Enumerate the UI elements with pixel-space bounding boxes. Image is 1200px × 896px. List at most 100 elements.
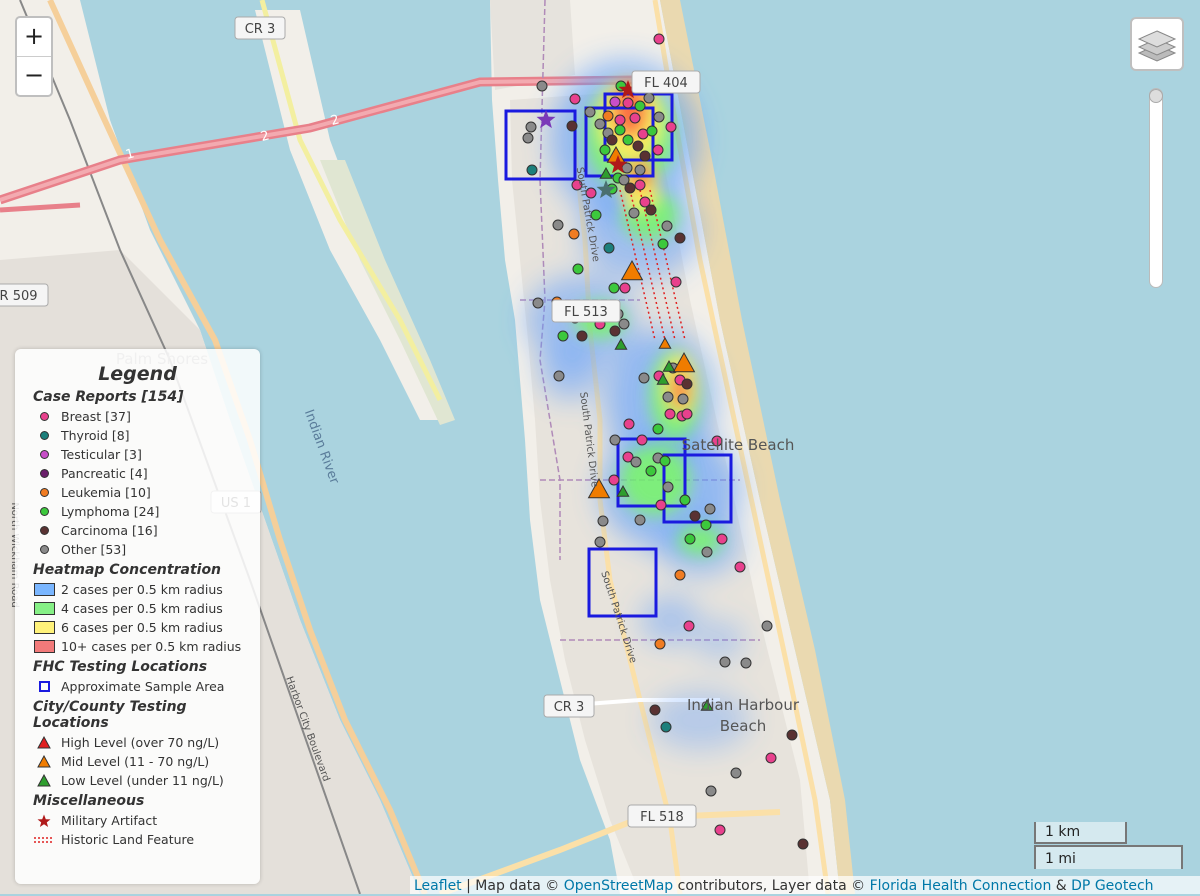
case-marker[interactable] bbox=[608, 474, 620, 486]
road-label: FL 518 bbox=[640, 810, 684, 825]
case-marker[interactable] bbox=[634, 179, 646, 191]
case-marker[interactable] bbox=[594, 536, 606, 548]
case-marker[interactable] bbox=[576, 330, 588, 342]
case-marker[interactable] bbox=[572, 263, 584, 275]
case-marker[interactable] bbox=[643, 92, 655, 104]
case-marker[interactable] bbox=[584, 106, 596, 118]
case-marker[interactable] bbox=[652, 144, 664, 156]
case-marker[interactable] bbox=[526, 164, 538, 176]
case-marker[interactable] bbox=[797, 838, 809, 850]
case-marker[interactable] bbox=[606, 134, 618, 146]
case-marker[interactable] bbox=[622, 134, 634, 146]
case-marker[interactable] bbox=[662, 481, 674, 493]
case-marker[interactable] bbox=[664, 408, 676, 420]
case-marker[interactable] bbox=[632, 140, 644, 152]
case-marker[interactable] bbox=[525, 121, 537, 133]
case-marker[interactable] bbox=[653, 111, 665, 123]
case-marker[interactable] bbox=[634, 514, 646, 526]
case-marker[interactable] bbox=[636, 434, 648, 446]
zoom-out-button[interactable]: − bbox=[17, 56, 51, 95]
case-marker[interactable] bbox=[622, 97, 634, 109]
case-marker[interactable] bbox=[761, 620, 773, 632]
dot-icon bbox=[33, 469, 55, 478]
case-marker[interactable] bbox=[532, 297, 544, 309]
case-marker[interactable] bbox=[646, 125, 658, 137]
case-marker[interactable] bbox=[661, 220, 673, 232]
case-marker[interactable] bbox=[714, 824, 726, 836]
case-marker[interactable] bbox=[677, 393, 689, 405]
case-marker[interactable] bbox=[684, 533, 696, 545]
case-marker[interactable] bbox=[679, 494, 691, 506]
fhc-link[interactable]: Florida Health Connection bbox=[870, 878, 1052, 894]
leaflet-link[interactable]: Leaflet bbox=[414, 878, 462, 894]
case-marker[interactable] bbox=[704, 503, 716, 515]
case-marker[interactable] bbox=[597, 515, 609, 527]
case-marker[interactable] bbox=[645, 465, 657, 477]
case-marker[interactable] bbox=[734, 561, 746, 573]
case-marker[interactable] bbox=[654, 638, 666, 650]
case-marker[interactable] bbox=[653, 33, 665, 45]
case-marker[interactable] bbox=[765, 752, 777, 764]
case-marker[interactable] bbox=[614, 124, 626, 136]
zoom-in-button[interactable]: + bbox=[17, 18, 51, 56]
case-marker[interactable] bbox=[681, 408, 693, 420]
case-marker[interactable] bbox=[683, 620, 695, 632]
case-marker[interactable] bbox=[655, 499, 667, 511]
case-marker[interactable] bbox=[665, 121, 677, 133]
case-marker[interactable] bbox=[536, 80, 548, 92]
case-marker[interactable] bbox=[652, 423, 664, 435]
case-marker[interactable] bbox=[689, 510, 701, 522]
case-marker[interactable] bbox=[552, 219, 564, 231]
case-marker[interactable] bbox=[719, 656, 731, 668]
case-marker[interactable] bbox=[609, 325, 621, 337]
case-marker[interactable] bbox=[602, 110, 614, 122]
case-marker[interactable] bbox=[557, 330, 569, 342]
case-marker[interactable] bbox=[628, 207, 640, 219]
case-marker[interactable] bbox=[618, 318, 630, 330]
case-marker[interactable] bbox=[619, 282, 631, 294]
slider-handle[interactable] bbox=[1149, 89, 1163, 103]
case-marker[interactable] bbox=[623, 418, 635, 430]
case-marker[interactable] bbox=[594, 118, 606, 130]
case-marker[interactable] bbox=[634, 100, 646, 112]
case-marker[interactable] bbox=[660, 721, 672, 733]
case-marker[interactable] bbox=[700, 519, 712, 531]
case-marker[interactable] bbox=[603, 242, 615, 254]
case-marker[interactable] bbox=[566, 120, 578, 132]
case-marker[interactable] bbox=[681, 378, 693, 390]
case-marker[interactable] bbox=[701, 546, 713, 558]
case-marker[interactable] bbox=[608, 282, 620, 294]
case-marker[interactable] bbox=[649, 704, 661, 716]
case-marker[interactable] bbox=[730, 767, 742, 779]
case-marker[interactable] bbox=[659, 455, 671, 467]
case-marker[interactable] bbox=[670, 276, 682, 288]
case-marker[interactable] bbox=[662, 391, 674, 403]
case-marker[interactable] bbox=[638, 372, 650, 384]
dp-link[interactable]: DP Geotech bbox=[1071, 878, 1153, 894]
case-marker[interactable] bbox=[599, 144, 611, 156]
case-marker[interactable] bbox=[618, 174, 630, 186]
osm-link[interactable]: OpenStreetMap bbox=[564, 878, 673, 894]
case-marker[interactable] bbox=[674, 569, 686, 581]
case-marker[interactable] bbox=[716, 533, 728, 545]
case-marker[interactable] bbox=[522, 132, 534, 144]
layers-button[interactable] bbox=[1130, 17, 1184, 71]
case-marker[interactable] bbox=[630, 456, 642, 468]
case-marker[interactable] bbox=[786, 729, 798, 741]
case-marker[interactable] bbox=[645, 204, 657, 216]
case-marker[interactable] bbox=[634, 164, 646, 176]
opacity-slider[interactable] bbox=[1149, 88, 1163, 288]
case-marker[interactable] bbox=[609, 96, 621, 108]
case-marker[interactable] bbox=[639, 150, 651, 162]
case-marker[interactable] bbox=[553, 370, 565, 382]
case-marker[interactable] bbox=[568, 228, 580, 240]
case-marker[interactable] bbox=[629, 112, 641, 124]
case-marker[interactable] bbox=[740, 657, 752, 669]
case-marker[interactable] bbox=[637, 128, 649, 140]
case-marker[interactable] bbox=[705, 785, 717, 797]
case-marker[interactable] bbox=[657, 238, 669, 250]
case-marker[interactable] bbox=[569, 93, 581, 105]
case-marker[interactable] bbox=[674, 232, 686, 244]
case-marker[interactable] bbox=[614, 114, 626, 126]
case-marker[interactable] bbox=[609, 434, 621, 446]
